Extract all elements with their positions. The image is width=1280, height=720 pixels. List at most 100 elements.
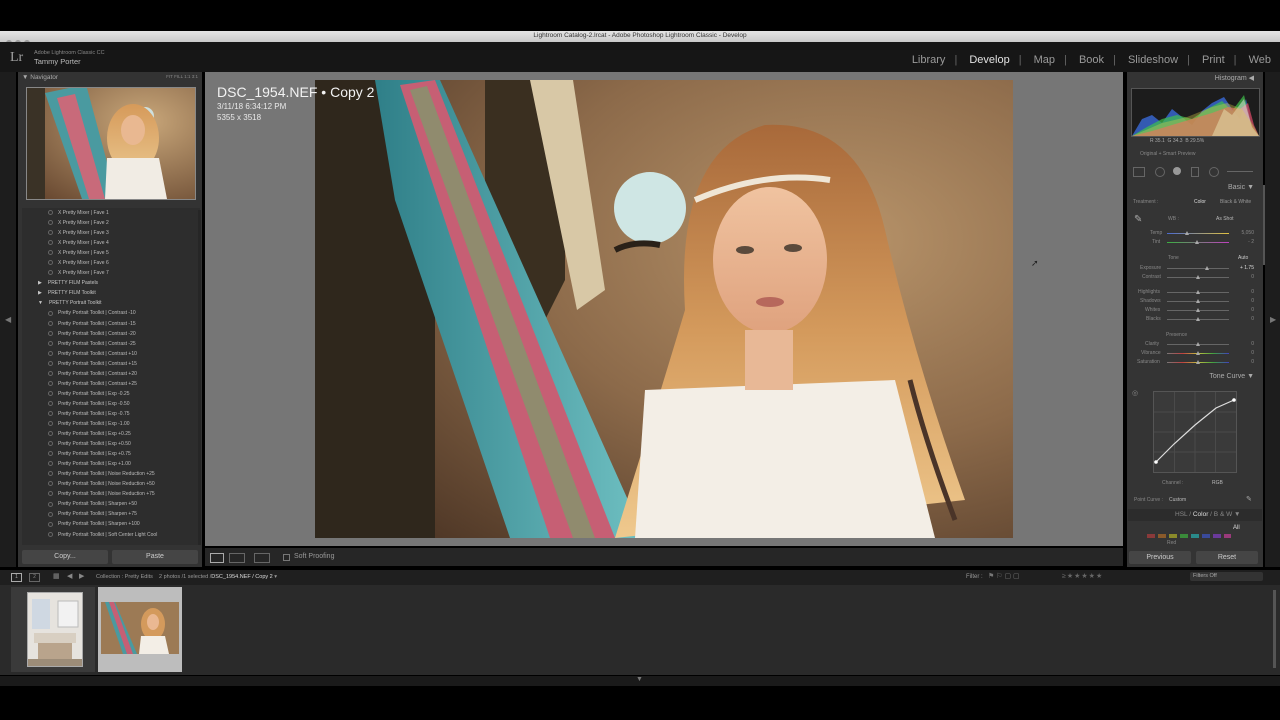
spot-removal-icon[interactable]	[1155, 167, 1165, 177]
histogram-header[interactable]: Histogram ◀	[1128, 74, 1254, 82]
navigator-header[interactable]: ▼ Navigator FIT FILL 1:1 3:1	[22, 74, 202, 84]
blacks-value[interactable]: 0	[1234, 316, 1254, 322]
saturation-value[interactable]: 0	[1234, 359, 1254, 365]
star-rating-filter[interactable]: ≥★★★★★	[1062, 572, 1103, 580]
highlights-slider-knob[interactable]	[1196, 290, 1200, 294]
bottom-panel-toggle[interactable]: ▼	[0, 676, 1280, 686]
preset-item[interactable]: Pretty Portrait Toolkit | Contrast -15	[22, 319, 200, 329]
treatment-black-white[interactable]: Black & White	[1220, 199, 1251, 205]
left-panel-toggle-icon[interactable]: ◀	[5, 315, 11, 324]
preset-item[interactable]: X Pretty Mixer | Fave 6	[22, 258, 200, 268]
preset-item[interactable]: Pretty Portrait Toolkit | Exp -0.25	[22, 389, 200, 399]
temp-value[interactable]: 5,050	[1234, 230, 1254, 236]
radial-filter-icon[interactable]	[1209, 167, 1219, 177]
adjustment-brush-icon[interactable]	[1227, 171, 1253, 172]
tab-color[interactable]: Color	[1193, 511, 1209, 518]
main-photo[interactable]	[315, 80, 1013, 538]
preset-item[interactable]: Pretty Portrait Toolkit | Exp -0.75	[22, 409, 200, 419]
before-after-split-icon[interactable]	[254, 553, 270, 563]
preset-item[interactable]: Pretty Portrait Toolkit | Sharpen +50	[22, 499, 200, 509]
contrast-slider-knob[interactable]	[1196, 275, 1200, 279]
filmstrip-source[interactable]: Collection : Pretty Edits 2 photos /1 se…	[96, 574, 277, 580]
vibrance-slider-knob[interactable]	[1196, 351, 1200, 355]
preset-item[interactable]: Pretty Portrait Toolkit | Exp -1.00	[22, 419, 200, 429]
before-after-icon[interactable]	[229, 553, 245, 563]
preset-item[interactable]: Pretty Portrait Toolkit | Exp -0.50	[22, 399, 200, 409]
preset-item[interactable]: Pretty Portrait Toolkit | Sharpen +75	[22, 509, 200, 519]
vibrance-value[interactable]: 0	[1234, 350, 1254, 356]
forward-arrow-icon[interactable]: ▶	[79, 572, 84, 580]
zoom-fill[interactable]: FILL	[174, 74, 183, 79]
preset-item[interactable]: Pretty Portrait Toolkit | Contrast +25	[22, 379, 200, 389]
preset-item[interactable]: Pretty Portrait Toolkit | Contrast +20	[22, 369, 200, 379]
filmstrip-cell-selected[interactable]	[98, 587, 182, 672]
clarity-slider-knob[interactable]	[1196, 342, 1200, 346]
tab-hsl[interactable]: HSL	[1175, 511, 1187, 518]
preset-item[interactable]: Pretty Portrait Toolkit | Contrast -25	[22, 339, 200, 349]
targeted-adjustment-icon[interactable]: ◎	[1132, 389, 1138, 397]
loupe-view-icon[interactable]	[210, 553, 224, 563]
contrast-value[interactable]: 0	[1234, 274, 1254, 280]
preset-item[interactable]: X Pretty Mixer | Fave 1	[22, 208, 200, 218]
flag-filter-icons[interactable]: ⚑ ⚐ ▢ ▢	[988, 572, 1020, 580]
presets-scrollbar[interactable]	[198, 210, 201, 545]
second-window-icon[interactable]: 2	[29, 573, 40, 582]
filmstrip-cell[interactable]	[11, 587, 95, 672]
color-all-button[interactable]: All	[1233, 525, 1240, 531]
temp-slider-knob[interactable]	[1185, 231, 1189, 235]
module-slideshow[interactable]: Slideshow	[1128, 54, 1178, 66]
exposure-slider-knob[interactable]	[1205, 266, 1209, 270]
paste-settings-button[interactable]: Paste	[112, 550, 198, 564]
temp-slider[interactable]	[1167, 233, 1229, 234]
red-eye-icon[interactable]	[1173, 167, 1181, 175]
preset-folder[interactable]: ▼ PRETTY Portrait Toolkit	[22, 298, 200, 308]
point-curve-edit-icon[interactable]: ✎	[1246, 495, 1252, 503]
channel-select[interactable]: RGB	[1212, 480, 1223, 486]
highlights-value[interactable]: 0	[1234, 289, 1254, 295]
crop-tool-icon[interactable]	[1133, 167, 1145, 177]
main-window-icon[interactable]: 1	[11, 573, 22, 582]
tint-slider-knob[interactable]	[1195, 240, 1199, 244]
tint-value[interactable]: - 2	[1234, 239, 1254, 245]
basic-panel-header[interactable]: Basic ▼	[1128, 184, 1254, 191]
histogram[interactable]	[1131, 88, 1260, 137]
collapse-arrow-icon[interactable]: ▼	[636, 676, 643, 683]
right-panel-scrollbar[interactable]	[1263, 185, 1265, 265]
module-library[interactable]: Library	[912, 54, 946, 66]
copy-settings-button[interactable]: Copy...	[22, 550, 108, 564]
preset-item[interactable]: Pretty Portrait Toolkit | Contrast -20	[22, 329, 200, 339]
preset-item[interactable]: X Pretty Mixer | Fave 5	[22, 248, 200, 258]
auto-tone-button[interactable]: Auto	[1238, 255, 1248, 261]
module-print[interactable]: Print	[1202, 54, 1225, 66]
right-panel-toggle-icon[interactable]: ▶	[1270, 315, 1276, 324]
filmstrip-scrollbar[interactable]	[1273, 590, 1276, 668]
blacks-slider-knob[interactable]	[1196, 317, 1200, 321]
point-curve-select[interactable]: Custom	[1169, 497, 1186, 503]
soft-proofing-checkbox[interactable]	[283, 554, 290, 561]
preset-item[interactable]: Pretty Portrait Toolkit | Noise Reductio…	[22, 479, 200, 489]
wb-select[interactable]: As Shot	[1216, 216, 1234, 222]
shadows-slider-knob[interactable]	[1196, 299, 1200, 303]
preset-item[interactable]: X Pretty Mixer | Fave 2	[22, 218, 200, 228]
preset-item[interactable]: Pretty Portrait Toolkit | Exp +0.50	[22, 439, 200, 449]
preset-item[interactable]: X Pretty Mixer | Fave 4	[22, 238, 200, 248]
tone-curve-graph[interactable]	[1153, 391, 1237, 473]
zoom-fit[interactable]: FIT	[166, 74, 173, 79]
preset-item[interactable]: X Pretty Mixer | Fave 7	[22, 268, 200, 278]
tab-bw[interactable]: B & W	[1214, 511, 1232, 518]
tone-curve-header[interactable]: Tone Curve ▼	[1128, 373, 1254, 380]
graduated-filter-icon[interactable]	[1191, 167, 1199, 177]
zoom-1-1[interactable]: 1:1	[184, 74, 190, 79]
preset-item[interactable]: Pretty Portrait Toolkit | Exp +0.75	[22, 449, 200, 459]
preset-item[interactable]: Pretty Portrait Toolkit | Contrast -10	[22, 308, 200, 318]
exposure-value[interactable]: + 1.75	[1234, 265, 1254, 271]
module-map[interactable]: Map	[1034, 54, 1055, 66]
whites-slider-knob[interactable]	[1196, 308, 1200, 312]
module-web[interactable]: Web	[1249, 54, 1271, 66]
preset-item[interactable]: Pretty Portrait Toolkit | Noise Reductio…	[22, 469, 200, 479]
saturation-slider-knob[interactable]	[1196, 360, 1200, 364]
color-label-filter[interactable]	[1130, 573, 1180, 579]
module-develop[interactable]: Develop	[969, 54, 1009, 66]
grid-view-icon[interactable]: ▦	[53, 572, 60, 580]
color-swatches[interactable]	[1147, 526, 1231, 538]
